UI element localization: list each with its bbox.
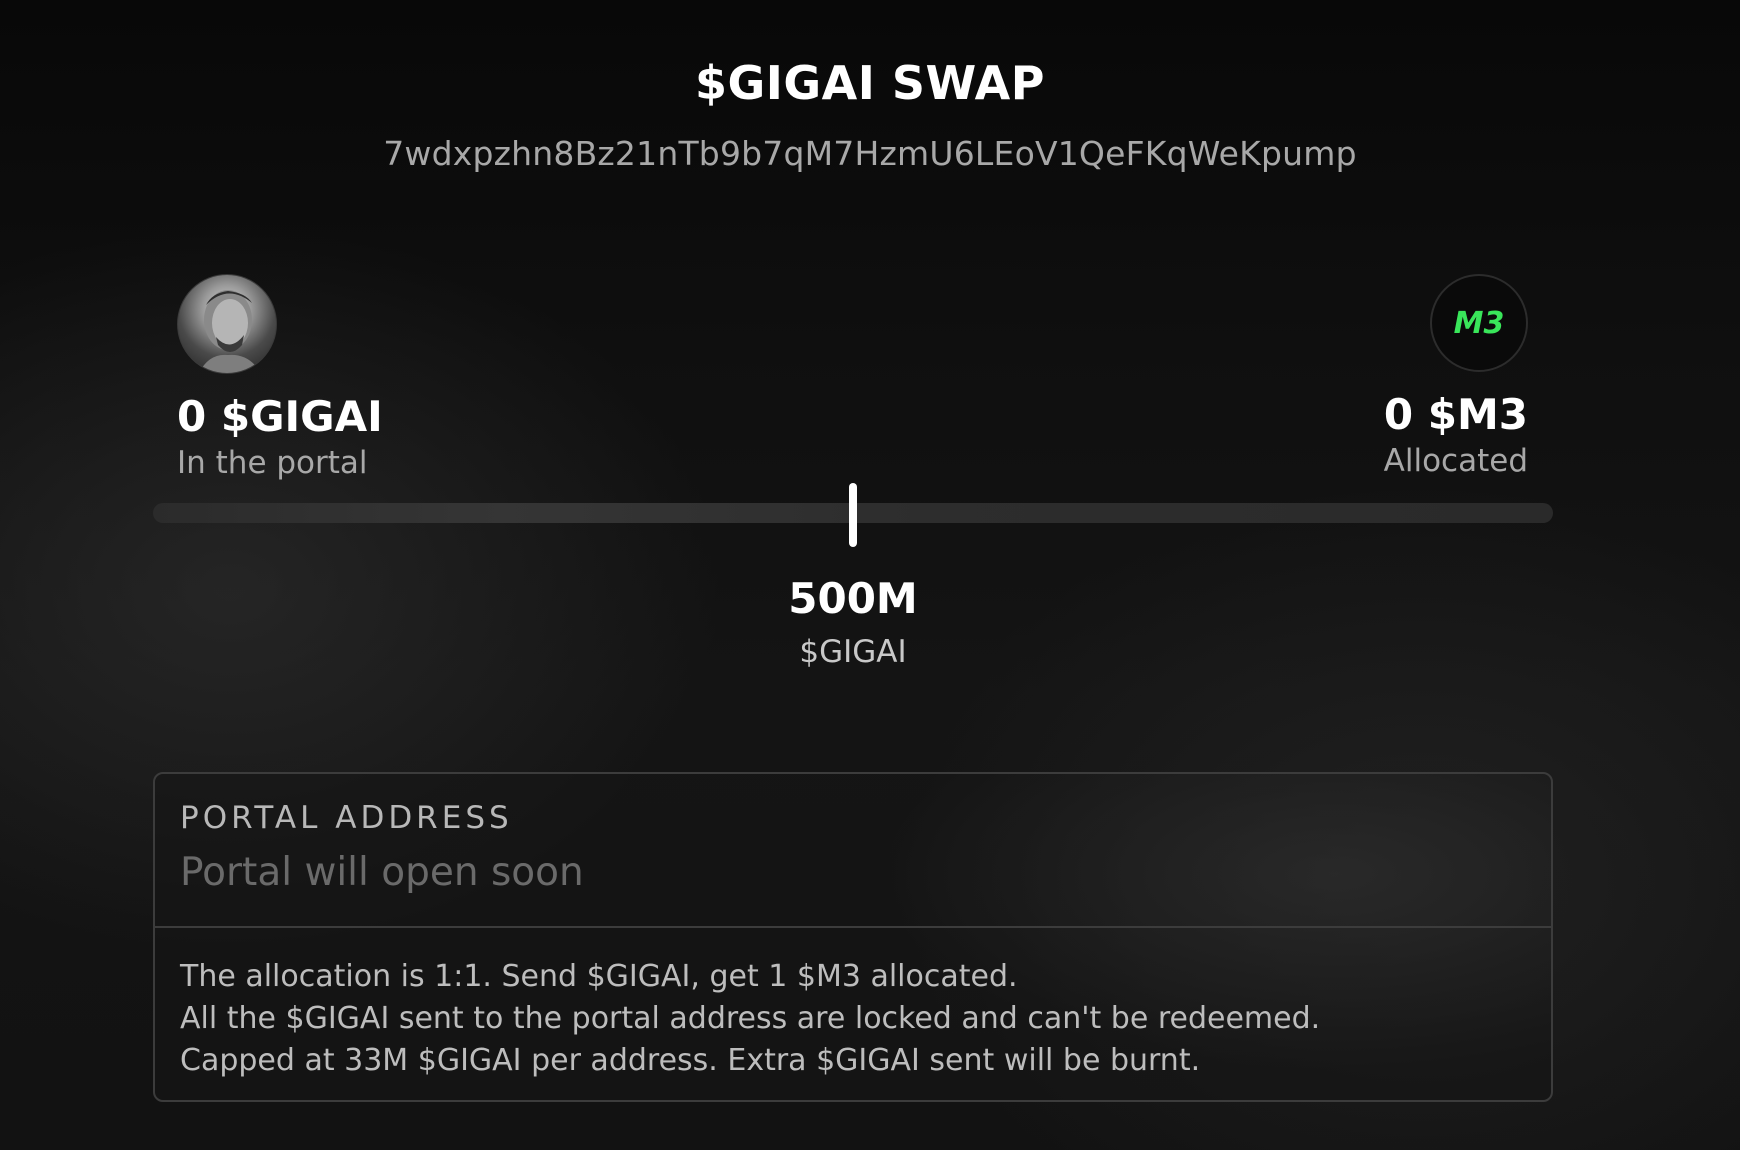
target-token-panel: M3 0 $M3 Allocated [1384, 274, 1528, 479]
source-token-panel: 0 $GIGAI In the portal [177, 274, 383, 481]
page-title: $GIGAI SWAP [695, 56, 1045, 110]
portal-address-header: PORTAL ADDRESS Portal will open soon [155, 774, 1551, 928]
target-token-caption: Allocated [1383, 443, 1528, 479]
gigai-avatar-icon [177, 274, 277, 374]
portal-address-card: PORTAL ADDRESS Portal will open soon The… [153, 772, 1553, 1102]
portal-address-label: PORTAL ADDRESS [180, 800, 513, 836]
portal-info: The allocation is 1:1. Send $GIGAI, get … [155, 928, 1551, 1082]
contract-address[interactable]: 7wdxpzhn8Bz21nTb9b7qM7HzmU6LEoV1QeFKqWeK… [0, 134, 1740, 173]
amount-slider-handle[interactable] [849, 483, 857, 547]
m3-logo-icon: M3 [1430, 274, 1528, 372]
source-token-caption: In the portal [177, 445, 368, 481]
info-line: Capped at 33M $GIGAI per address. Extra … [180, 1043, 1201, 1078]
source-token-amount: 0 $GIGAI [177, 392, 383, 441]
slider-value: 500M [788, 574, 918, 623]
slider-unit: $GIGAI [799, 634, 907, 670]
info-line: All the $GIGAI sent to the portal addres… [180, 1001, 1321, 1036]
m3-logo-text: M3 [1454, 306, 1505, 341]
info-line: The allocation is 1:1. Send $GIGAI, get … [180, 959, 1018, 994]
portal-address-value: Portal will open soon [180, 850, 584, 895]
target-token-amount: 0 $M3 [1383, 390, 1528, 439]
